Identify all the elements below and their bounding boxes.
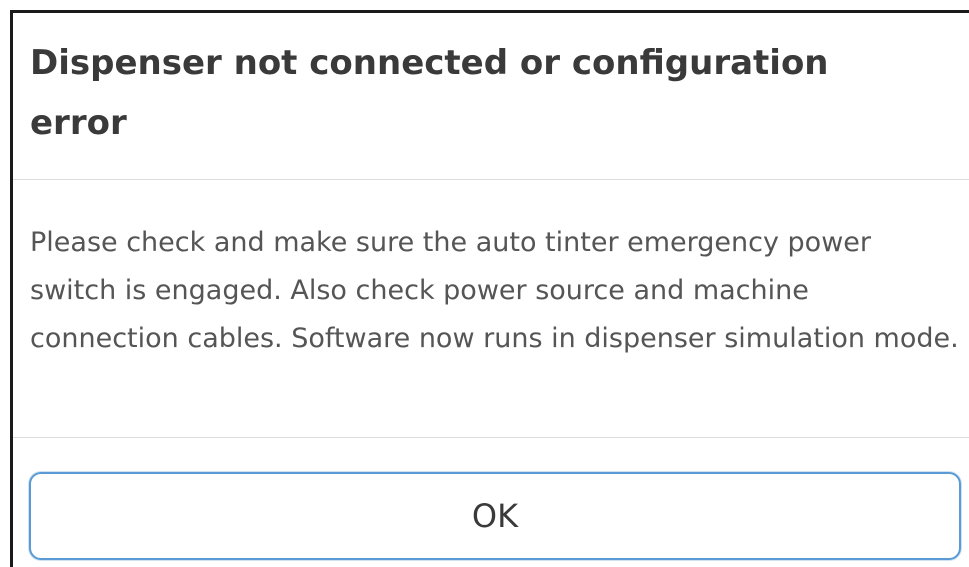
dialog-footer: OK: [13, 438, 969, 567]
ok-button[interactable]: OK: [29, 472, 961, 560]
dialog-message: Please check and make sure the auto tint…: [30, 227, 959, 354]
error-dialog: Dispenser not connected or configuration…: [10, 10, 969, 567]
dialog-title: Dispenser not connected or configuration…: [30, 43, 829, 143]
dialog-body: Please check and make sure the auto tint…: [13, 180, 969, 438]
dialog-header: Dispenser not connected or configuration…: [13, 13, 969, 180]
